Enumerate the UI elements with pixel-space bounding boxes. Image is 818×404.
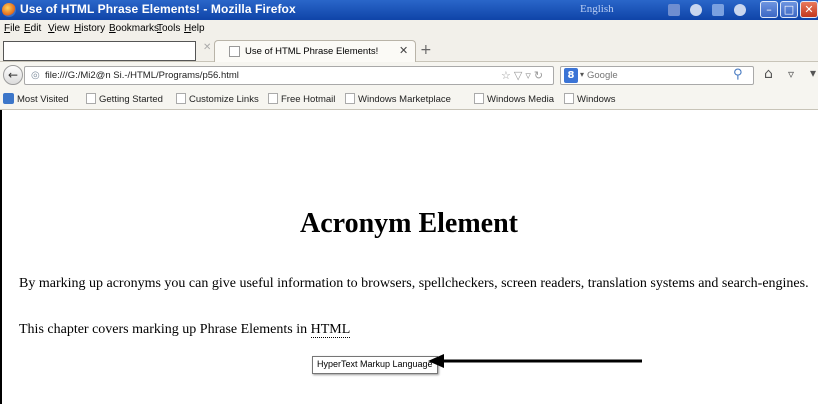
bookmark-label: Windows Media: [487, 94, 555, 105]
paragraph-chapter: This chapter covers marking up Phrase El…: [19, 322, 351, 338]
page-icon: [176, 93, 186, 104]
bookmark-customize-links[interactable]: Customize Links: [176, 93, 259, 105]
page-icon: [564, 93, 574, 104]
taskbar-tray-icon: [712, 4, 724, 16]
bookmark-windows-marketplace[interactable]: Windows Marketplace: [345, 93, 451, 105]
taskbar-tray-icon: [690, 4, 702, 16]
new-tab-button[interactable]: +: [420, 43, 432, 57]
taskbar-tray-icon: [668, 4, 680, 16]
menu-view[interactable]: View: [48, 23, 70, 34]
tab-label: Use of HTML Phrase Elements!: [245, 46, 379, 57]
taskbar-tray-icon: [734, 4, 746, 16]
bookmark-label: Customize Links: [189, 94, 259, 105]
overflow-chevron-icon[interactable]: ▾: [810, 66, 816, 80]
bookmark-label: Free Hotmail: [281, 94, 336, 105]
menu-tools[interactable]: Tools: [157, 23, 180, 34]
menu-help[interactable]: Help: [184, 23, 205, 34]
window-left-border: [0, 110, 2, 404]
menu-bookmarks[interactable]: Bookmarks: [109, 23, 159, 34]
close-tab-icon[interactable]: ✕: [399, 44, 408, 57]
google-search-engine-icon[interactable]: 8: [564, 68, 578, 83]
page-icon: [229, 46, 240, 57]
paragraph-intro: By marking up acronyms you can give usef…: [19, 276, 809, 291]
bookmark-getting-started[interactable]: Getting Started: [86, 93, 163, 105]
minimize-button[interactable]: –: [760, 1, 778, 18]
annotation-arrow-icon: [428, 354, 642, 368]
back-button[interactable]: ←: [3, 65, 23, 85]
bookmark-most-visited[interactable]: Most Visited: [3, 93, 69, 105]
language-indicator[interactable]: English: [580, 3, 614, 15]
chevron-down-icon[interactable]: ▾: [580, 70, 584, 79]
home-icon[interactable]: ⌂: [764, 66, 773, 82]
bookmark-label: Most Visited: [17, 94, 69, 105]
url-bar[interactable]: ◎ file:///G:/Mi2@n Si.-/HTML/Programs/p5…: [24, 66, 554, 85]
most-visited-icon: [3, 93, 14, 104]
search-input[interactable]: [587, 70, 727, 81]
paragraph-text: This chapter covers marking up Phrase El…: [19, 322, 311, 337]
bookmark-free-hotmail[interactable]: Free Hotmail: [268, 93, 335, 105]
url-text[interactable]: file:///G:/Mi2@n Si.-/HTML/Programs/p56.…: [45, 70, 239, 81]
tab-active[interactable]: Use of HTML Phrase Elements! ✕: [214, 40, 416, 62]
navigation-bar: ← ◎ file:///G:/Mi2@n Si.-/HTML/Programs/…: [0, 62, 818, 88]
page-icon: [474, 93, 484, 104]
tab-strip: ✕ Use of HTML Phrase Elements! ✕ +: [0, 38, 818, 62]
acronym-tooltip: HyperText Markup Language: [312, 356, 438, 374]
bookmark-label: Getting Started: [99, 94, 163, 105]
acronym-html[interactable]: HTML: [310, 322, 351, 338]
menu-history[interactable]: History: [74, 23, 105, 34]
pocket-icon[interactable]: ▿: [788, 67, 794, 81]
page-icon: [345, 93, 355, 104]
close-window-button[interactable]: ✕: [800, 1, 818, 18]
blank-tab[interactable]: [3, 41, 196, 61]
window-title-bar: Use of HTML Phrase Elements! - Mozilla F…: [0, 0, 818, 20]
menu-bar: File Edit View History Bookmarks Tools H…: [0, 20, 818, 38]
search-box[interactable]: 8 ▾ ⚲: [560, 66, 754, 85]
window-title: Use of HTML Phrase Elements! - Mozilla F…: [20, 2, 296, 16]
bookmark-star-icon[interactable]: ☆▽▿↻: [501, 69, 546, 82]
menu-file[interactable]: File: [4, 23, 20, 34]
maximize-button[interactable]: □: [780, 1, 798, 18]
globe-icon: ◎: [31, 70, 40, 81]
bookmark-windows[interactable]: Windows: [564, 93, 616, 105]
bookmark-windows-media[interactable]: Windows Media: [474, 93, 554, 105]
page-icon: [268, 93, 278, 104]
bookmark-label: Windows: [577, 94, 616, 105]
page-icon: [86, 93, 96, 104]
search-icon[interactable]: ⚲: [733, 67, 743, 82]
firefox-icon: [2, 3, 16, 17]
page-content: Acronym Element By marking up acronyms y…: [0, 110, 818, 404]
bookmark-label: Windows Marketplace: [358, 94, 451, 105]
menu-edit[interactable]: Edit: [24, 23, 41, 34]
page-heading: Acronym Element: [300, 208, 518, 239]
close-icon[interactable]: ✕: [203, 42, 211, 53]
bookmarks-toolbar: Most Visited Getting Started Customize L…: [0, 88, 818, 110]
